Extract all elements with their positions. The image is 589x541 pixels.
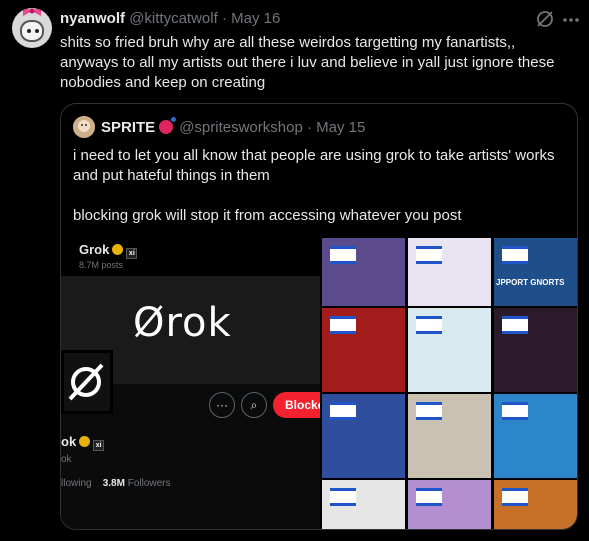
tile-green-creature[interactable]	[408, 308, 491, 392]
red-badge-icon	[159, 117, 177, 134]
quote-author-name[interactable]: SPRITE	[101, 119, 155, 136]
profile-name-cropped: ok xi	[61, 434, 105, 451]
flag-decoration	[416, 402, 442, 420]
bow-icon	[23, 8, 41, 16]
quote-paragraph: blocking grok will stop it from accessin…	[73, 207, 462, 224]
author-avatar[interactable]	[12, 8, 52, 48]
flag-decoration	[330, 402, 356, 420]
quote-header: SPRITE @spritesworkshop · May 15	[101, 117, 365, 138]
cat-face	[20, 20, 44, 42]
quote-author-avatar[interactable]	[73, 116, 95, 138]
profile-picture	[61, 350, 113, 414]
quote-date[interactable]: May 15	[316, 119, 365, 136]
verified-badge-icon	[112, 244, 124, 255]
profile-post-count: 8.7M posts	[79, 260, 124, 270]
followers-count: 3.8M	[102, 478, 125, 489]
quote-text: i need to let you all know that people a…	[73, 146, 569, 246]
sprite-avatar-icon	[73, 116, 95, 138]
more-options-button: ···	[209, 392, 235, 418]
author-name[interactable]: nyanwolf	[60, 10, 125, 27]
flag-decoration	[330, 316, 356, 334]
tile-demon-girl[interactable]	[494, 308, 577, 392]
tweet-date[interactable]: May 16	[231, 10, 280, 27]
xai-badge-icon: xi	[126, 248, 138, 259]
profile-handle-cropped: ok	[61, 454, 72, 465]
tile-ironman[interactable]	[322, 308, 405, 392]
profile-name: Grok xi	[79, 242, 138, 259]
grok-icon[interactable]	[534, 8, 556, 30]
xai-badge-icon: xi	[93, 440, 105, 451]
tweet-text: shits so fried bruh why are all these we…	[60, 34, 555, 91]
following-label: llowing	[61, 478, 92, 489]
flag-decoration	[502, 246, 528, 264]
grok-profile-image[interactable]: Grokxi 8.7M posts Ørok ··· ⌕ Blocke okxi…	[61, 238, 320, 529]
quoted-tweet[interactable]: SPRITE @spritesworkshop · May 15 i need t…	[60, 103, 578, 530]
tile-blue-room[interactable]	[322, 394, 405, 478]
tile-orange-creature[interactable]	[494, 480, 577, 529]
flag-decoration	[502, 402, 528, 420]
tweet-header: nyanwolf @kittycatwolf · May 16	[60, 9, 280, 29]
author-handle[interactable]: @kittycatwolf	[129, 10, 218, 27]
flag-decoration	[416, 246, 442, 264]
tile-bird[interactable]	[408, 394, 491, 478]
flag-decoration	[502, 316, 528, 334]
block-button: Blocke	[273, 392, 320, 418]
verified-badge-icon	[79, 436, 91, 447]
tile-green-monster[interactable]	[494, 394, 577, 478]
tile-flag-unicorn[interactable]	[322, 238, 405, 306]
follow-stats: llowing 3.8M Followers	[61, 478, 171, 489]
tile-flag-waving[interactable]	[408, 238, 491, 306]
grok-logo-icon	[68, 363, 104, 401]
followers-label: Followers	[127, 478, 171, 489]
meta-separator: ·	[217, 10, 232, 27]
more-horizontal-icon[interactable]	[560, 9, 582, 31]
quote-meta-separator: ·	[302, 119, 317, 136]
tile-sketch[interactable]	[322, 480, 405, 529]
flag-decoration	[416, 488, 442, 506]
quote-paragraph: i need to let you all know that people a…	[73, 147, 555, 184]
grok-logo: Ørok	[133, 300, 232, 346]
search-icon: ⌕	[241, 392, 267, 418]
tile-purple-girl[interactable]	[408, 480, 491, 529]
profile-header: Grok xi 8.7M posts	[61, 238, 320, 276]
tile-support-gnorts[interactable]: JPPORT GNORTS	[494, 238, 577, 306]
quote-author-handle[interactable]: @spritesworkshop	[179, 119, 303, 136]
flag-decoration	[330, 488, 356, 506]
flag-decoration	[330, 246, 356, 264]
flag-decoration	[502, 488, 528, 506]
tile-caption: JPPORT GNORTS	[496, 278, 565, 287]
flag-decoration	[416, 316, 442, 334]
artwork-grid[interactable]: JPPORT GNORTS	[322, 238, 577, 529]
